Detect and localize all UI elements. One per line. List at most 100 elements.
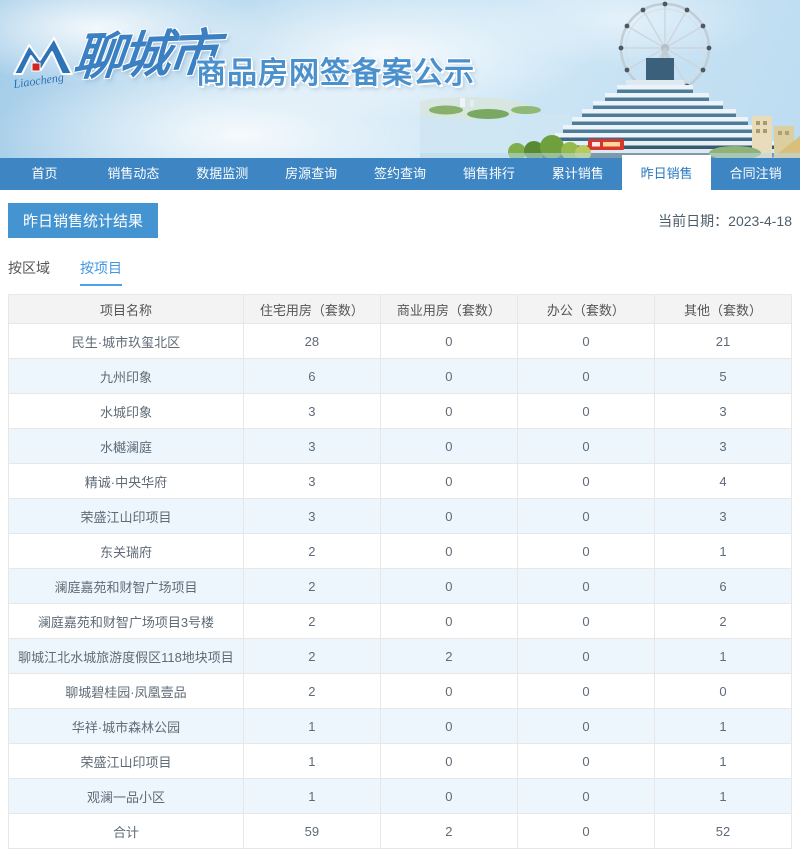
value-cell: 0 xyxy=(379,498,518,534)
value-cell: 6 xyxy=(653,568,793,604)
value-cell: 1 xyxy=(653,533,793,569)
project-name-cell: 东关瑞府 xyxy=(8,533,244,569)
nav-item-8[interactable]: 合同注销 xyxy=(711,158,800,190)
value-cell: 0 xyxy=(516,568,655,604)
value-cell: 0 xyxy=(516,708,655,744)
project-name-cell: 精诚·中央华府 xyxy=(8,463,244,499)
table-row: 华祥·城市森林公园 1 0 0 1 xyxy=(8,708,793,744)
value-cell: 6 xyxy=(242,358,381,394)
table-row: 水樾澜庭 3 0 0 3 xyxy=(8,428,793,464)
value-cell: 0 xyxy=(379,463,518,499)
tab-1[interactable]: 按项目 xyxy=(80,258,122,286)
value-cell: 0 xyxy=(653,673,793,709)
waterfront-building-ferris-wheel-illustration xyxy=(420,1,800,158)
table-row: 观澜一品小区 1 0 0 1 xyxy=(8,778,793,814)
value-cell: 3 xyxy=(653,498,793,534)
table-row: 东关瑞府 2 0 0 1 xyxy=(8,533,793,569)
value-cell: 1 xyxy=(242,743,381,779)
value-cell: 0 xyxy=(516,463,655,499)
value-cell: 2 xyxy=(242,638,381,674)
value-cell: 1 xyxy=(242,778,381,814)
value-cell: 2 xyxy=(379,813,518,849)
column-header-4: 其他（套数） xyxy=(653,294,793,324)
value-cell: 0 xyxy=(379,428,518,464)
nav-item-3[interactable]: 房源查询 xyxy=(267,158,356,190)
value-cell: 59 xyxy=(242,813,381,849)
column-header-2: 商业用房（套数） xyxy=(379,294,518,324)
value-cell: 0 xyxy=(516,743,655,779)
title-row: 昨日销售统计结果 当前日期：2023-4-18 xyxy=(0,190,800,238)
project-name-cell: 华祥·城市森林公园 xyxy=(8,708,244,744)
value-cell: 28 xyxy=(242,323,381,359)
value-cell: 0 xyxy=(516,673,655,709)
value-cell: 0 xyxy=(379,323,518,359)
value-cell: 1 xyxy=(653,638,793,674)
value-cell: 1 xyxy=(653,743,793,779)
column-header-0: 项目名称 xyxy=(8,294,244,324)
nav-item-0[interactable]: 首页 xyxy=(0,158,89,190)
value-cell: 1 xyxy=(242,708,381,744)
value-cell: 0 xyxy=(379,533,518,569)
value-cell: 52 xyxy=(653,813,793,849)
value-cell: 0 xyxy=(516,638,655,674)
value-cell: 3 xyxy=(242,498,381,534)
project-name-cell: 澜庭嘉苑和财智广场项目 xyxy=(8,568,244,604)
value-cell: 4 xyxy=(653,463,793,499)
value-cell: 2 xyxy=(242,568,381,604)
value-cell: 3 xyxy=(242,463,381,499)
value-cell: 0 xyxy=(379,568,518,604)
sales-table: 项目名称 住宅用房（套数） 商业用房（套数） 办公（套数） 其他（套数） 民生·城市玖玺… xyxy=(8,294,793,849)
value-cell: 0 xyxy=(516,533,655,569)
value-cell: 2 xyxy=(242,673,381,709)
value-cell: 1 xyxy=(653,708,793,744)
current-date-label: 当前日期：2023-4-18 xyxy=(658,213,792,229)
project-name-cell: 民生·城市玖玺北区 xyxy=(8,323,244,359)
column-header-3: 办公（套数） xyxy=(516,294,655,324)
value-cell: 0 xyxy=(516,393,655,429)
value-cell: 0 xyxy=(379,708,518,744)
table-row: 精诚·中央华府 3 0 0 4 xyxy=(8,463,793,499)
table-body: 民生·城市玖玺北区 28 0 0 21 九州印象 6 0 0 5 水城印象 3 0 0 3 水樾澜庭 3 0 0 3 精… xyxy=(8,323,793,849)
page-title: 昨日销售统计结果 xyxy=(8,203,159,238)
project-name-cell: 荣盛江山印项目 xyxy=(8,498,244,534)
sales-table-wrap: 项目名称 住宅用房（套数） 商业用房（套数） 办公（套数） 其他（套数） 民生·城市玖玺… xyxy=(0,294,800,849)
table-row: 荣盛江山印项目 3 0 0 3 xyxy=(8,498,793,534)
nav-item-2[interactable]: 数据监测 xyxy=(178,158,267,190)
project-name-cell: 九州印象 xyxy=(8,358,244,394)
project-name-cell: 观澜一品小区 xyxy=(8,778,244,814)
project-name-cell: 水樾澜庭 xyxy=(8,428,244,464)
value-cell: 0 xyxy=(379,778,518,814)
project-name-cell: 水城印象 xyxy=(8,393,244,429)
table-row: 澜庭嘉苑和财智广场项目3号楼 2 0 0 2 xyxy=(8,603,793,639)
value-cell: 0 xyxy=(379,603,518,639)
nav-item-4[interactable]: 签约查询 xyxy=(356,158,445,190)
value-cell: 0 xyxy=(516,323,655,359)
project-name-cell: 澜庭嘉苑和财智广场项目3号楼 xyxy=(8,603,244,639)
tab-0[interactable]: 按区域 xyxy=(8,258,50,286)
value-cell: 3 xyxy=(653,428,793,464)
project-name-cell: 合计 xyxy=(8,813,244,849)
value-cell: 5 xyxy=(653,358,793,394)
value-cell: 21 xyxy=(653,323,793,359)
nav-item-7[interactable]: 昨日销售 xyxy=(622,155,712,190)
nav-item-6[interactable]: 累计销售 xyxy=(533,158,622,190)
column-header-1: 住宅用房（套数） xyxy=(242,294,381,324)
table-row: 民生·城市玖玺北区 28 0 0 21 xyxy=(8,323,793,359)
nav-item-1[interactable]: 销售动态 xyxy=(89,158,178,190)
table-total-row: 合计 59 2 0 52 xyxy=(8,813,793,849)
main-nav: 首页 销售动态 数据监测 房源查询 签约查询 销售排行 累计销售 昨日销售 合同注销 xyxy=(0,155,800,190)
value-cell: 2 xyxy=(379,638,518,674)
table-row: 聊城碧桂园·凤凰壹品 2 0 0 0 xyxy=(8,673,793,709)
value-cell: 3 xyxy=(242,428,381,464)
value-cell: 2 xyxy=(242,533,381,569)
nav-item-5[interactable]: 销售排行 xyxy=(444,158,533,190)
value-cell: 0 xyxy=(516,813,655,849)
value-cell: 0 xyxy=(516,498,655,534)
table-row: 聊城江北水城旅游度假区118地块项目 2 2 0 1 xyxy=(8,638,793,674)
value-cell: 0 xyxy=(516,428,655,464)
site-banner: Liaocheng 聊城市 商品房网签备案公示 xyxy=(0,0,800,158)
value-cell: 0 xyxy=(379,673,518,709)
value-cell: 2 xyxy=(242,603,381,639)
value-cell: 0 xyxy=(516,358,655,394)
value-cell: 0 xyxy=(379,743,518,779)
